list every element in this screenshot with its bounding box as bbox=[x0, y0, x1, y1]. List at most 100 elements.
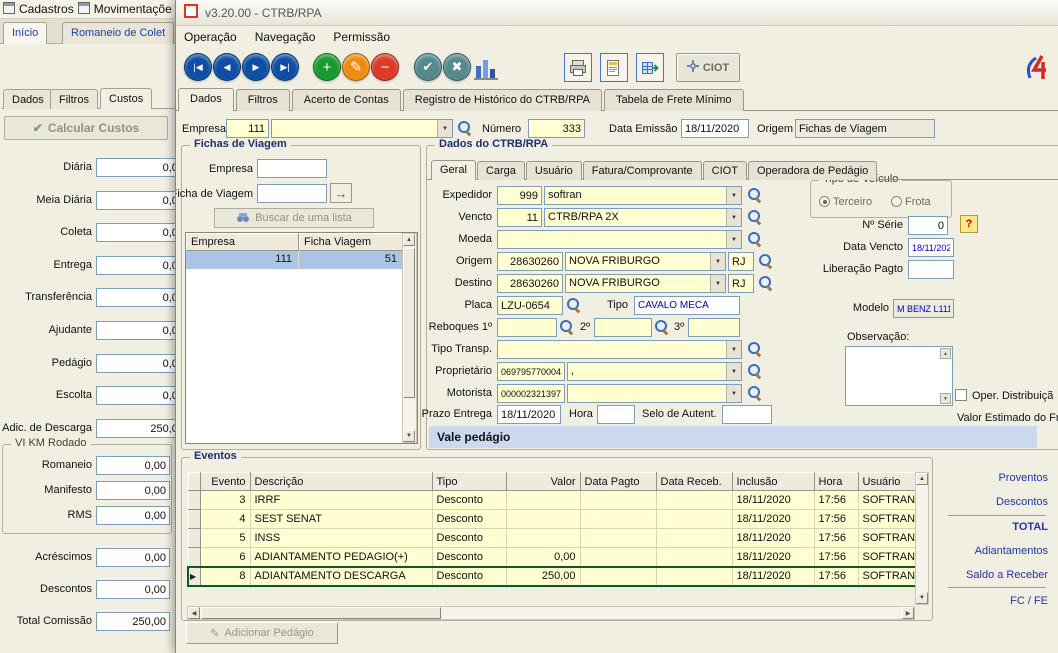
statistics-chart-icon[interactable] bbox=[474, 56, 500, 83]
modelo-input[interactable] bbox=[893, 299, 954, 318]
radio-frota[interactable] bbox=[891, 196, 902, 207]
data-vencto-input[interactable] bbox=[908, 238, 954, 257]
first-record-button[interactable]: |◀ bbox=[184, 53, 212, 81]
origem-search-icon[interactable] bbox=[758, 253, 774, 269]
origem-uf-input[interactable] bbox=[728, 252, 754, 271]
cancel-button[interactable]: ✖ bbox=[443, 53, 471, 81]
eventos-col-header[interactable]: Data Pagto bbox=[580, 473, 656, 491]
expedidor-code-input[interactable] bbox=[497, 186, 542, 205]
menu-permissao[interactable]: Permissão bbox=[333, 30, 390, 44]
moeda-search-icon[interactable] bbox=[747, 231, 763, 247]
vencto-search-icon[interactable] bbox=[747, 209, 763, 225]
eventos-row[interactable]: ▶8ADIANTAMENTO DESCARGADesconto250,0018/… bbox=[188, 567, 920, 586]
eventos-row[interactable]: 6ADIANTAMENTO PEDAGIO(+)Desconto0,0018/1… bbox=[188, 548, 920, 567]
scrollbar-thumb[interactable] bbox=[403, 248, 415, 398]
adicionar-pedagio-button[interactable]: ✎ Adicionar Pedágio bbox=[186, 622, 338, 644]
dropdown-arrow-icon[interactable]: ▼ bbox=[726, 231, 741, 248]
app-logo-icon[interactable] bbox=[1021, 52, 1053, 87]
eventos-col-header[interactable]: Valor bbox=[506, 473, 580, 491]
tab-ciot[interactable]: CIOT bbox=[703, 161, 747, 180]
side-link-3[interactable]: Adiantamentos bbox=[975, 545, 1048, 557]
summary-1-input[interactable] bbox=[96, 580, 170, 599]
moeda-combo[interactable]: ▼ bbox=[497, 230, 742, 249]
motorista-code-input[interactable] bbox=[497, 384, 565, 403]
eventos-col-header[interactable]: Usuário bbox=[858, 473, 920, 491]
fichas-vscrollbar[interactable]: ▲ ▼ bbox=[402, 233, 417, 443]
scroll-down-icon[interactable]: ▼ bbox=[916, 592, 928, 604]
summary-0-input[interactable] bbox=[96, 548, 170, 567]
eventos-col-header[interactable]: Tipo bbox=[432, 473, 506, 491]
ciot-button[interactable]: CIOT bbox=[676, 53, 740, 82]
reboque3-input[interactable] bbox=[688, 318, 740, 337]
empresa-combo[interactable]: ▼ bbox=[271, 119, 453, 138]
tab-usuario[interactable]: Usuário bbox=[526, 161, 582, 180]
expedidor-combo[interactable]: softran ▼ bbox=[544, 186, 742, 205]
scroll-up-icon[interactable]: ▲ bbox=[403, 234, 415, 246]
scroll-down-icon[interactable]: ▼ bbox=[940, 393, 951, 404]
side-link-5[interactable]: FC / FE bbox=[1010, 595, 1048, 607]
vencto-combo[interactable]: CTRB/RPA 2X ▼ bbox=[544, 208, 742, 227]
go-to-ficha-button[interactable]: → bbox=[330, 183, 352, 203]
dropdown-arrow-icon[interactable]: ▼ bbox=[726, 209, 741, 226]
tab-acerto-de-contas[interactable]: Acerto de Contas bbox=[292, 89, 401, 111]
tab-tabela-frete-minimo[interactable]: Tabela de Frete Mínimo bbox=[604, 89, 744, 111]
eventos-col-header[interactable]: Descrição bbox=[250, 473, 432, 491]
side-link-0[interactable]: Proventos bbox=[998, 472, 1048, 484]
scrollbar-thumb[interactable] bbox=[201, 607, 441, 619]
origem-combo[interactable]: NOVA FRIBURGO ▼ bbox=[565, 252, 726, 271]
dropdown-arrow-icon[interactable]: ▼ bbox=[726, 341, 741, 358]
dropdown-arrow-icon[interactable]: ▼ bbox=[726, 187, 741, 204]
side-link-1[interactable]: Descontos bbox=[996, 496, 1048, 508]
side-link-2[interactable]: TOTAL bbox=[1012, 521, 1048, 533]
eventos-col-header[interactable]: Hora bbox=[814, 473, 858, 491]
origem-code-input[interactable] bbox=[497, 252, 563, 271]
eventos-vscrollbar[interactable]: ▲ ▼ bbox=[915, 472, 929, 605]
fichas-ficha-input[interactable] bbox=[257, 184, 327, 203]
tipo-transp-search-icon[interactable] bbox=[747, 341, 763, 357]
tab-operadora-pedagio[interactable]: Operadora de Pedágio bbox=[748, 161, 877, 180]
motorista-search-icon[interactable] bbox=[747, 385, 763, 401]
reboque2-input[interactable] bbox=[594, 318, 652, 337]
oper-distribuicao-checkbox[interactable] bbox=[955, 389, 967, 401]
selo-autent-input[interactable] bbox=[722, 405, 772, 424]
observacao-textarea[interactable]: ▲ ▼ bbox=[845, 346, 953, 406]
tab-registro-historico[interactable]: Registro de Histórico do CTRB/RPA bbox=[403, 89, 602, 111]
print-button[interactable] bbox=[564, 53, 592, 82]
eventos-col-header[interactable]: Inclusão bbox=[732, 473, 814, 491]
dropdown-arrow-icon[interactable]: ▼ bbox=[710, 275, 725, 292]
side-link-4[interactable]: Saldo a Receber bbox=[966, 569, 1048, 581]
eventos-row[interactable]: 4SEST SENATDesconto18/11/202017:56SOFTRA… bbox=[188, 510, 920, 529]
vencto-code-input[interactable] bbox=[497, 208, 542, 227]
tab-filtros[interactable]: Filtros bbox=[236, 89, 290, 111]
help-button[interactable]: ? bbox=[960, 215, 978, 233]
fichas-col-empresa[interactable]: Empresa bbox=[186, 233, 299, 251]
buscar-lista-button[interactable]: Buscar de uma lista bbox=[214, 208, 374, 228]
dropdown-arrow-icon[interactable]: ▼ bbox=[726, 363, 741, 380]
fichas-empresa-input[interactable] bbox=[257, 159, 327, 178]
vale-pedagio-header[interactable]: Vale pedágio bbox=[429, 426, 1037, 448]
window-titlebar[interactable]: v3.20.00 - CTRB/RPA bbox=[176, 0, 1058, 26]
menu-operacao[interactable]: Operação bbox=[184, 30, 237, 44]
confirm-button[interactable]: ✔ bbox=[414, 53, 442, 81]
proprietario-search-icon[interactable] bbox=[747, 363, 763, 379]
placa-input[interactable] bbox=[497, 296, 563, 315]
vikm-0-input[interactable] bbox=[96, 456, 170, 475]
reboque1-search-icon[interactable] bbox=[559, 319, 575, 335]
edit-button[interactable]: ✎ bbox=[342, 53, 370, 81]
eventos-hscrollbar[interactable]: ◀ ▶ bbox=[187, 606, 915, 620]
empresa-search-icon[interactable] bbox=[457, 120, 473, 136]
eventos-col-header[interactable]: Data Receb. bbox=[656, 473, 732, 491]
scroll-up-icon[interactable]: ▲ bbox=[916, 473, 928, 485]
previous-record-button[interactable]: ◀ bbox=[213, 53, 241, 81]
scroll-up-icon[interactable]: ▲ bbox=[940, 348, 951, 359]
empresa-code-input[interactable] bbox=[226, 119, 269, 138]
dropdown-arrow-icon[interactable]: ▼ bbox=[437, 120, 452, 137]
expedidor-search-icon[interactable] bbox=[747, 187, 763, 203]
eventos-row[interactable]: 3IRRFDesconto18/11/202017:56SOFTRAN bbox=[188, 491, 920, 510]
placa-search-icon[interactable] bbox=[566, 297, 582, 313]
dropdown-arrow-icon[interactable]: ▼ bbox=[710, 253, 725, 270]
motorista-combo[interactable]: ▼ bbox=[567, 384, 742, 403]
destino-uf-input[interactable] bbox=[728, 274, 754, 293]
vikm-1-input[interactable] bbox=[96, 481, 170, 500]
next-record-button[interactable]: ▶ bbox=[242, 53, 270, 81]
